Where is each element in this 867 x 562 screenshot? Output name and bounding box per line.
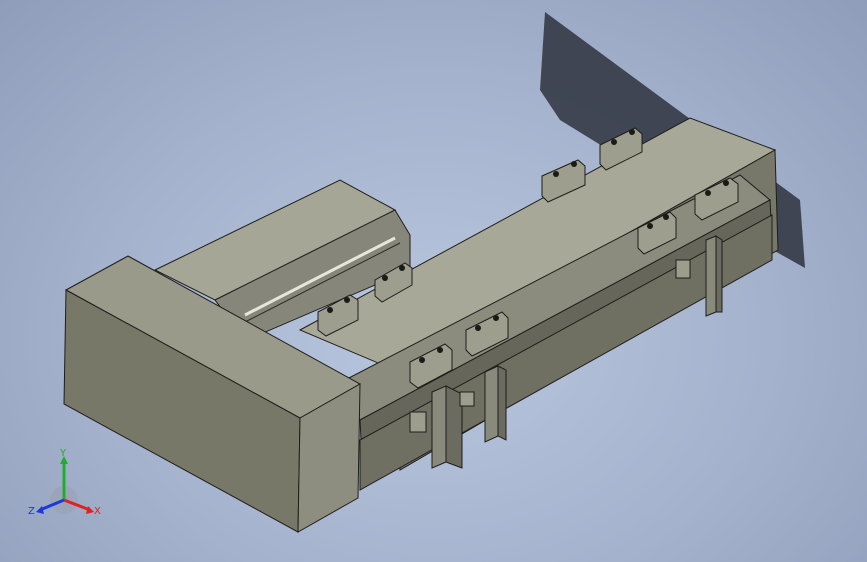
cad-model-view[interactable] xyxy=(0,0,867,562)
x-axis-arrow xyxy=(86,506,94,514)
y-axis-label: Y xyxy=(59,448,67,459)
3d-viewport[interactable]: Y X Z xyxy=(0,0,867,562)
z-axis-label: Z xyxy=(28,506,35,517)
x-axis-label: X xyxy=(94,506,101,517)
z-axis-arrow xyxy=(36,506,44,514)
coordinate-triad: Y X Z xyxy=(28,448,108,528)
triad-graphic: Y X Z xyxy=(28,448,101,517)
